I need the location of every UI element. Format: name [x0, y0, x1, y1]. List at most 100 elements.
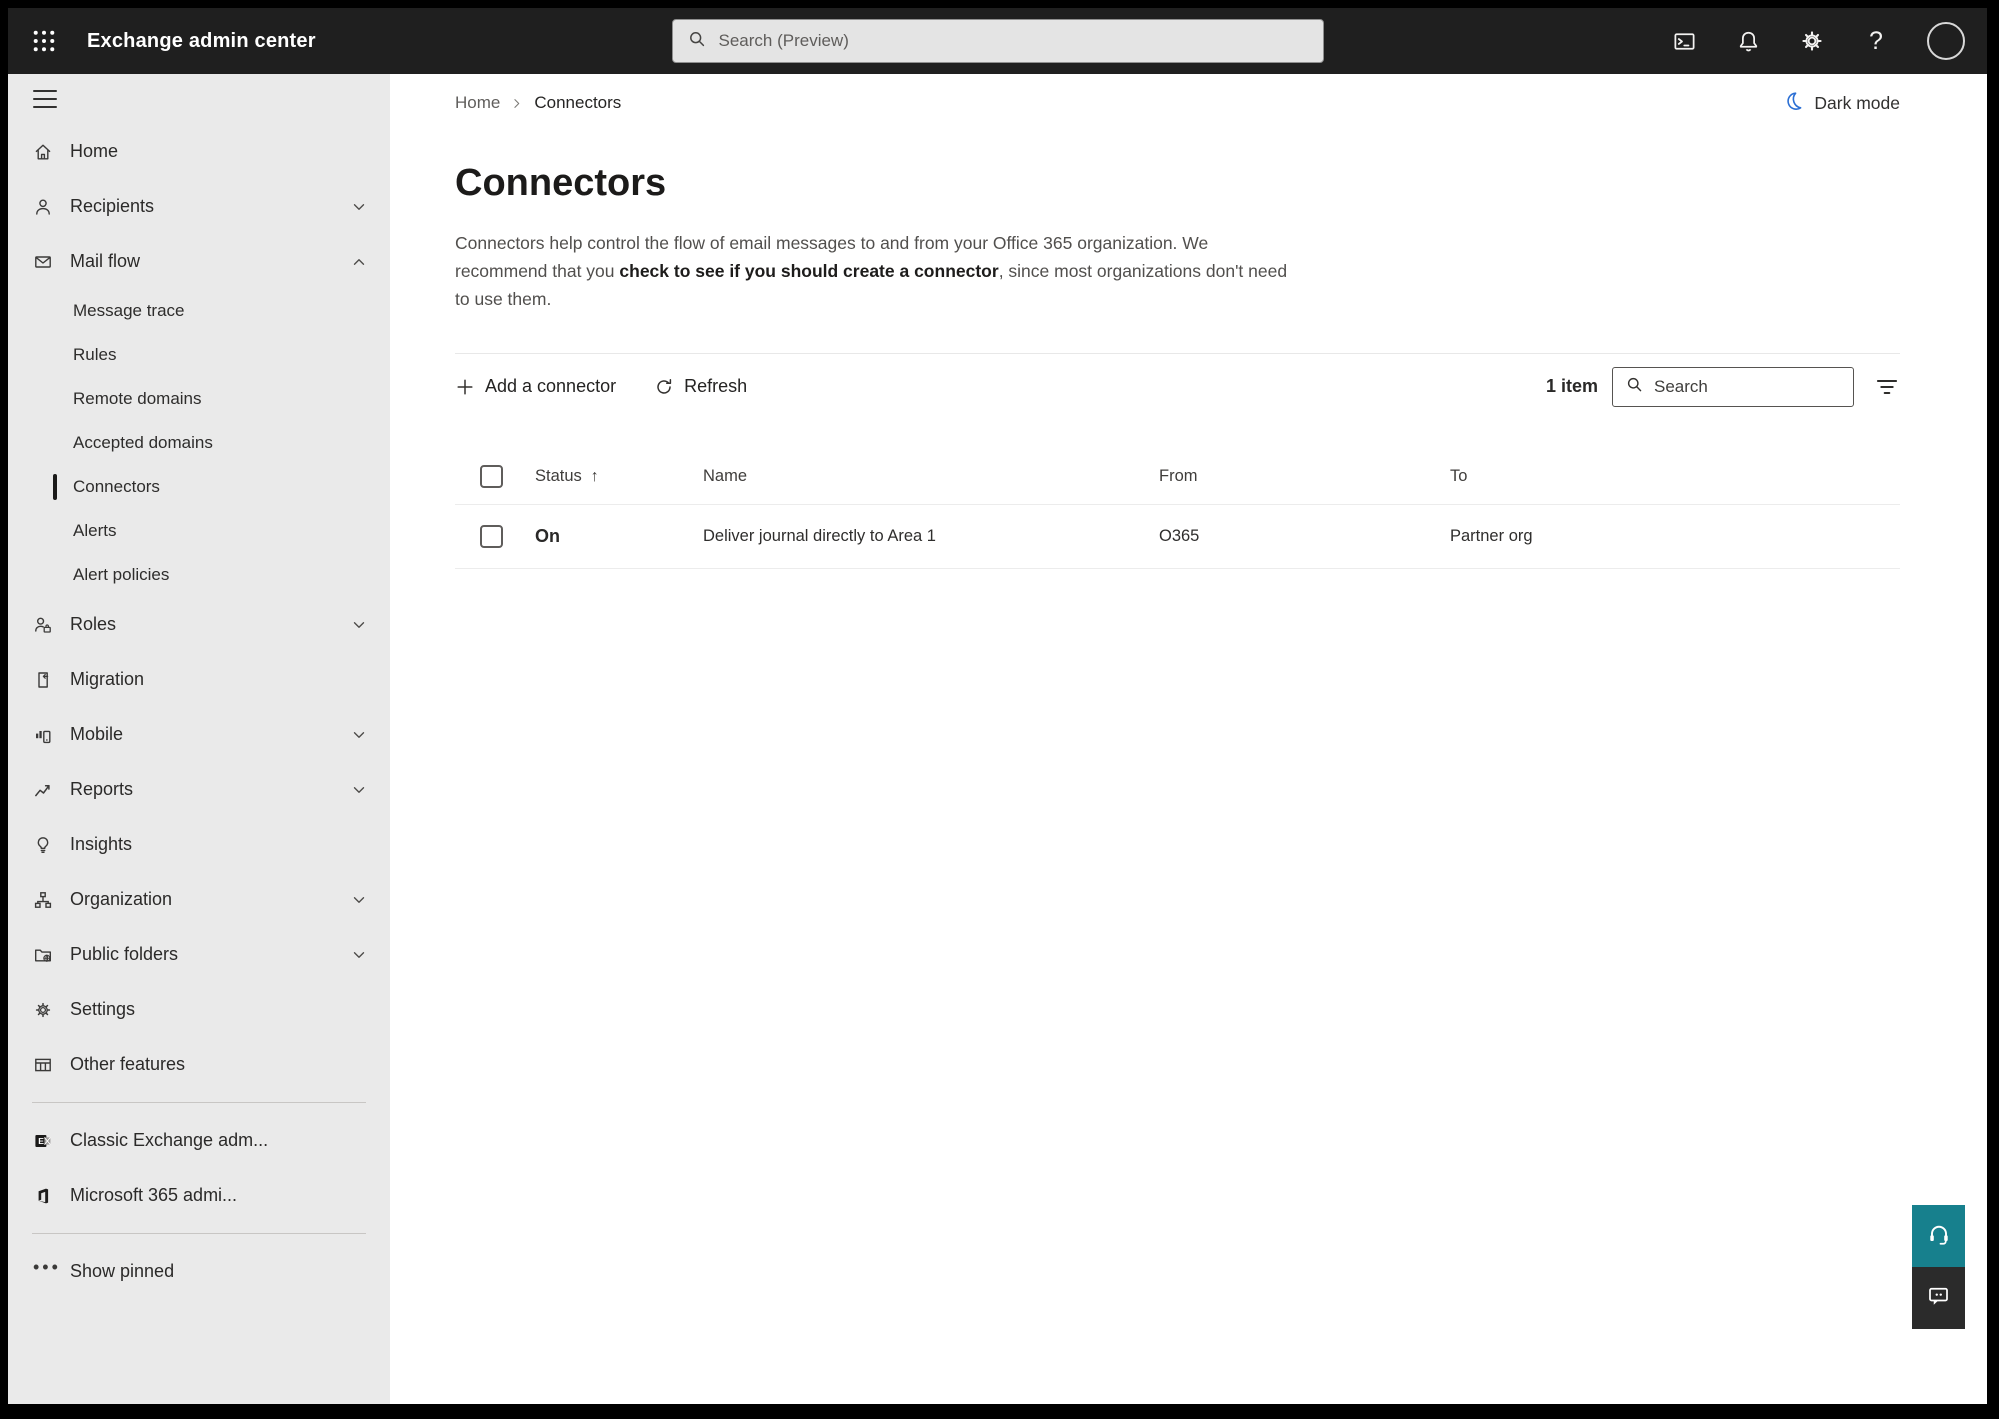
breadcrumb-home-link[interactable]: Home	[455, 93, 500, 113]
column-header-status[interactable]: Status ↑	[535, 467, 703, 486]
refresh-button[interactable]: Refresh	[654, 376, 747, 397]
feedback-button[interactable]	[1912, 1267, 1965, 1329]
sidebar-item-connectors[interactable]: Connectors	[8, 465, 390, 509]
chevron-down-icon	[350, 616, 368, 634]
chevron-down-icon	[350, 726, 368, 744]
sidebar-item-mobile[interactable]: Mobile	[8, 707, 390, 762]
top-app-bar: Exchange admin center ?	[8, 8, 1987, 74]
column-label: Name	[703, 467, 748, 485]
sidebar-item-insights[interactable]: Insights	[8, 817, 390, 872]
sidebar-item-settings[interactable]: Settings	[8, 982, 390, 1037]
sidebar-item-remote-domains[interactable]: Remote domains	[8, 377, 390, 421]
home-icon	[33, 142, 53, 162]
sidebar-item-label: Recipients	[70, 196, 155, 216]
search-icon	[687, 29, 707, 54]
sidebar-divider	[32, 1102, 366, 1103]
sidebar-item-classic-exchange[interactable]: E Classic Exchange adm...	[8, 1113, 390, 1168]
sidebar-item-show-pinned[interactable]: ••• Show pinned	[8, 1244, 390, 1299]
topbar-actions: ?	[1671, 22, 1965, 60]
chart-phone-icon	[33, 725, 53, 745]
filter-icon[interactable]	[1874, 374, 1900, 400]
sidebar-item-organization[interactable]: Organization	[8, 872, 390, 927]
sidebar-divider	[32, 1233, 366, 1234]
sidebar-item-mail-flow[interactable]: Mail flow	[8, 234, 390, 289]
list-search-input[interactable]	[1654, 376, 1875, 397]
sidebar-item-alert-policies[interactable]: Alert policies	[8, 553, 390, 597]
chevron-down-icon	[350, 891, 368, 909]
sidebar-item-label: Public folders	[70, 944, 179, 964]
org-chart-icon	[33, 890, 53, 910]
exchange-admin-window: Exchange admin center ?	[8, 8, 1987, 1404]
folder-globe-icon	[33, 945, 53, 965]
global-search-box[interactable]	[671, 19, 1324, 63]
notifications-bell-icon[interactable]	[1735, 28, 1761, 54]
cloud-shell-icon[interactable]	[1671, 28, 1697, 54]
svg-text:E: E	[38, 1136, 44, 1146]
sidebar-item-label: Connectors	[73, 477, 160, 496]
chat-bubble-icon	[1926, 1283, 1951, 1313]
sidebar-item-label: Mobile	[70, 724, 124, 744]
add-connector-button[interactable]: Add a connector	[455, 376, 616, 397]
breadcrumb-current: Connectors	[534, 93, 622, 112]
global-search-input[interactable]	[718, 31, 1309, 51]
app-launcher-icon[interactable]	[30, 27, 58, 55]
line-chart-icon	[33, 780, 53, 800]
nav-collapse-icon[interactable]	[33, 90, 57, 108]
sidebar-item-label: Roles	[70, 614, 117, 634]
account-avatar[interactable]	[1927, 22, 1965, 60]
sidebar-item-label: Settings	[70, 999, 136, 1019]
column-header-from[interactable]: From	[1159, 467, 1450, 486]
sidebar-item-label: Show pinned	[70, 1261, 175, 1281]
column-header-to[interactable]: To	[1450, 467, 1900, 486]
moon-icon	[1782, 90, 1804, 117]
description-link[interactable]: check to see if you should create a conn…	[619, 261, 998, 281]
sidebar-item-label: Accepted domains	[73, 433, 213, 452]
gear-icon	[33, 1000, 53, 1020]
table-header-row: Status ↑ Name From To	[455, 449, 1900, 505]
support-button[interactable]	[1912, 1205, 1965, 1267]
sidebar-item-label: Rules	[73, 345, 117, 364]
sidebar-item-other-features[interactable]: Other features	[8, 1037, 390, 1092]
row-checkbox[interactable]	[480, 525, 503, 548]
select-all-checkbox[interactable]	[480, 465, 503, 488]
document-arrow-icon	[33, 670, 53, 690]
main-content: Home Connectors Dark mode Connectors Con…	[390, 74, 1987, 1404]
settings-gear-icon[interactable]	[1799, 28, 1825, 54]
cell-name[interactable]: Deliver journal directly to Area 1	[703, 527, 1159, 546]
headset-icon	[1926, 1221, 1952, 1252]
sidebar-item-reports[interactable]: Reports	[8, 762, 390, 817]
dark-mode-label: Dark mode	[1814, 92, 1900, 113]
sidebar-item-migration[interactable]: Migration	[8, 652, 390, 707]
cell-from: O365	[1159, 527, 1200, 545]
sidebar-item-label: Remote domains	[73, 389, 202, 408]
sidebar-item-accepted-domains[interactable]: Accepted domains	[8, 421, 390, 465]
column-header-name[interactable]: Name	[703, 467, 1159, 486]
dark-mode-toggle[interactable]: Dark mode	[1782, 90, 1900, 117]
column-label: From	[1159, 467, 1198, 485]
sidebar-item-home[interactable]: Home	[8, 124, 390, 179]
sidebar-item-label: Organization	[70, 889, 173, 909]
sidebar-item-label: Insights	[70, 834, 133, 854]
refresh-label: Refresh	[684, 376, 748, 396]
sidebar-item-alerts[interactable]: Alerts	[8, 509, 390, 553]
sidebar-item-m365-admin[interactable]: Microsoft 365 admi...	[8, 1168, 390, 1223]
left-navigation: Home Recipients Mail flow Message trace …	[8, 74, 390, 1404]
cell-to: Partner org	[1450, 527, 1533, 545]
sidebar-item-rules[interactable]: Rules	[8, 333, 390, 377]
sidebar-item-public-folders[interactable]: Public folders	[8, 927, 390, 982]
sidebar-item-recipients[interactable]: Recipients	[8, 179, 390, 234]
search-icon	[1625, 375, 1644, 399]
sidebar-item-label: Alert policies	[73, 565, 170, 584]
add-connector-label: Add a connector	[485, 376, 617, 396]
person-icon	[33, 197, 53, 217]
sidebar-item-label: Microsoft 365 admi...	[70, 1185, 238, 1205]
sidebar-item-roles[interactable]: Roles	[8, 597, 390, 652]
help-icon[interactable]: ?	[1863, 27, 1889, 55]
sidebar-item-message-trace[interactable]: Message trace	[8, 289, 390, 333]
list-search-box[interactable]	[1612, 366, 1875, 407]
table-row[interactable]: On Deliver journal directly to Area 1 O3…	[455, 505, 1900, 569]
floating-help-buttons	[1912, 1205, 1965, 1329]
command-bar: Add a connector Refresh 1 item	[455, 354, 1900, 419]
lightbulb-icon	[33, 835, 53, 855]
column-label: To	[1450, 467, 1468, 485]
